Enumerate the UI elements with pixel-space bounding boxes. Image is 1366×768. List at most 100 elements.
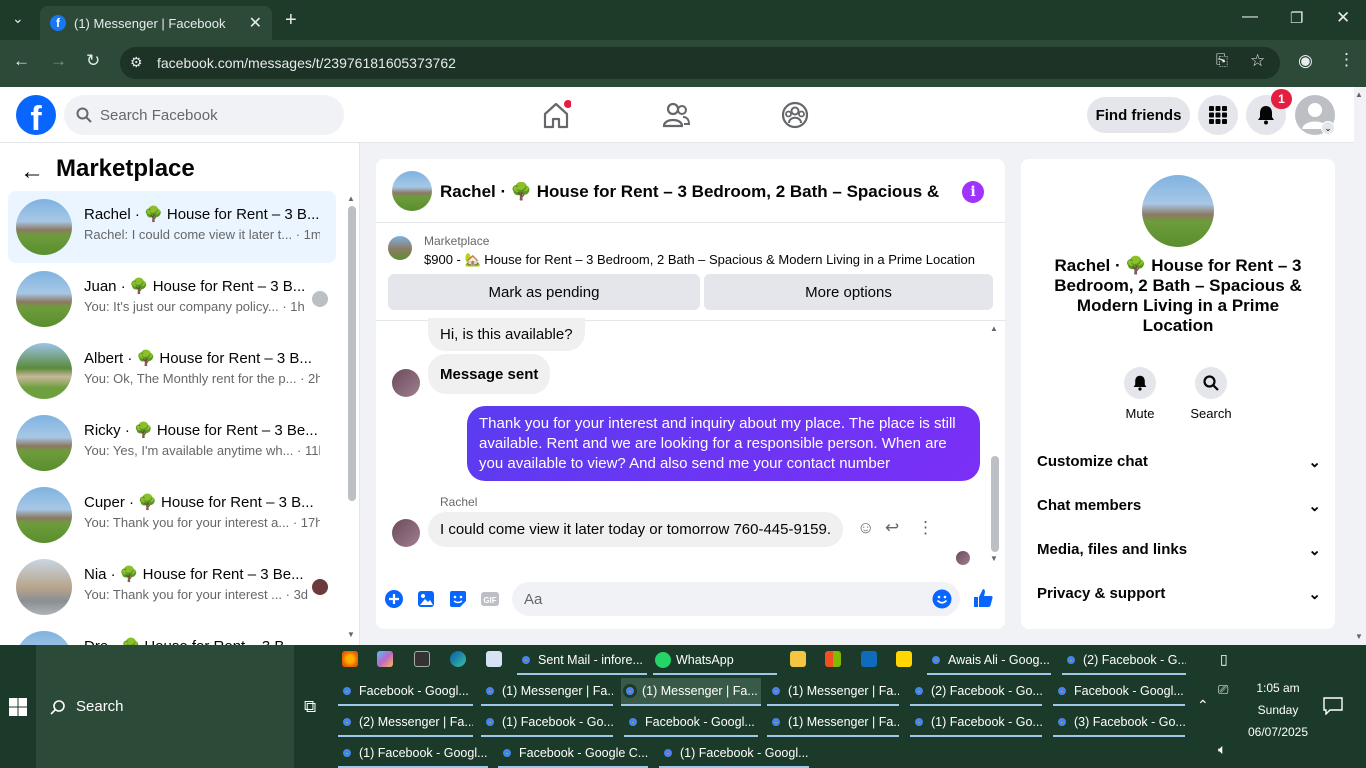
- search-in-chat-button[interactable]: [1195, 367, 1227, 399]
- home-icon[interactable]: [541, 100, 571, 130]
- gif-icon[interactable]: GIF: [480, 589, 500, 609]
- like-icon[interactable]: [972, 587, 994, 609]
- taskbar-window[interactable]: WhatsApp: [653, 647, 777, 675]
- taskbar-window[interactable]: (2) Facebook - G...: [1062, 647, 1186, 675]
- groups-icon[interactable]: [780, 100, 810, 130]
- message-input[interactable]: Aa: [512, 582, 960, 616]
- browser-tab[interactable]: f (1) Messenger | Facebook ✕: [40, 6, 272, 40]
- close-window-icon[interactable]: ✕: [1336, 8, 1350, 28]
- facebook-logo-icon[interactable]: f: [16, 95, 56, 135]
- back-icon[interactable]: ←: [13, 51, 30, 71]
- menu-icon[interactable]: ⋮: [1338, 50, 1355, 70]
- scroll-down-icon[interactable]: ▼: [347, 630, 355, 639]
- taskbar-window[interactable]: (1) Facebook - Go...: [481, 709, 613, 737]
- sender-avatar[interactable]: [392, 519, 420, 547]
- info-icon[interactable]: i: [962, 181, 984, 203]
- facebook-search-input[interactable]: Search Facebook: [64, 95, 344, 135]
- scroll-up-icon[interactable]: ▲: [990, 324, 998, 333]
- network-icon[interactable]: ⎚: [1218, 682, 1228, 698]
- scroll-up-icon[interactable]: ▲: [1355, 90, 1363, 99]
- chat-avatar[interactable]: [392, 171, 432, 211]
- taskbar-window[interactable]: (1) Facebook - Googl...: [338, 740, 488, 768]
- taskbar-window[interactable]: (1) Messenger | Fa...: [767, 678, 899, 706]
- sticker-icon[interactable]: [448, 589, 468, 609]
- capcut-icon[interactable]: [414, 651, 430, 667]
- friends-icon[interactable]: [661, 100, 691, 130]
- conversation-item[interactable]: Cuper · 🌳 House for Rent – 3 B... You: T…: [8, 479, 336, 551]
- install-app-icon[interactable]: ⎘: [1216, 52, 1228, 69]
- find-friends-button[interactable]: Find friends: [1087, 97, 1190, 133]
- react-icon[interactable]: ☺: [857, 518, 874, 538]
- volume-icon[interactable]: 🔈︎: [1218, 741, 1226, 758]
- taskbar-window[interactable]: Facebook - Googl...: [624, 709, 758, 737]
- taskbar-window[interactable]: (1) Messenger | Fa...: [767, 709, 899, 737]
- reload-icon[interactable]: ↻: [86, 51, 100, 71]
- close-tab-icon[interactable]: ✕: [249, 13, 262, 33]
- taskbar-window[interactable]: (1) Messenger | Fa...: [481, 678, 613, 706]
- customize-chat-section[interactable]: Customize chat ⌄: [1037, 453, 1321, 471]
- edge-icon[interactable]: [450, 651, 466, 667]
- restore-icon[interactable]: ❐: [1290, 9, 1303, 27]
- site-settings-icon[interactable]: ⚙: [130, 54, 143, 71]
- sidebar-scrollbar[interactable]: [348, 206, 356, 501]
- media-files-links-section[interactable]: Media, files and links ⌄: [1037, 541, 1321, 559]
- windows-start-icon[interactable]: [9, 698, 27, 716]
- mute-button[interactable]: [1124, 367, 1156, 399]
- chat-scrollbar[interactable]: [991, 456, 999, 552]
- scroll-up-icon[interactable]: ▲: [347, 194, 355, 203]
- task-view-icon[interactable]: ⧉: [304, 697, 316, 717]
- taskbar-search[interactable]: Search: [36, 645, 294, 768]
- outlook-icon[interactable]: [861, 651, 877, 667]
- photo-icon[interactable]: [416, 589, 436, 609]
- emoji-icon[interactable]: [932, 589, 952, 609]
- taskbar-window[interactable]: (1) Facebook - Googl...: [659, 740, 809, 768]
- more-options-button[interactable]: More options: [704, 274, 993, 310]
- new-tab-icon[interactable]: +: [285, 9, 297, 32]
- conversation-item[interactable]: Rachel · 🌳 House for Rent – 3 B... Rache…: [8, 191, 336, 263]
- add-icon[interactable]: [384, 589, 404, 609]
- notepad-icon[interactable]: [486, 651, 502, 667]
- account-chevron-icon[interactable]: ⌄: [1321, 121, 1335, 135]
- mark-as-pending-button[interactable]: Mark as pending: [388, 274, 700, 310]
- conversation-item[interactable]: Dre · 🌳 House for Rent – 3 B...: [8, 623, 336, 645]
- taskbar-window[interactable]: Facebook - Googl...: [1053, 678, 1185, 706]
- scroll-down-icon[interactable]: ▼: [1355, 632, 1363, 641]
- minimize-icon[interactable]: —: [1242, 8, 1258, 26]
- bookmark-star-icon[interactable]: ☆: [1250, 51, 1265, 71]
- firefox-icon[interactable]: [342, 651, 358, 667]
- taskbar-window[interactable]: (1) Messenger | Fa...: [621, 678, 761, 706]
- app-icon[interactable]: [377, 651, 393, 667]
- show-hidden-icons-chevron[interactable]: ⌃: [1197, 697, 1209, 714]
- url-bar[interactable]: ⚙ facebook.com/messages/t/23976181605373…: [120, 47, 1280, 79]
- conversation-item[interactable]: Juan · 🌳 House for Rent – 3 B... You: It…: [8, 263, 336, 335]
- system-clock[interactable]: 1:05 am Sunday 06/07/2025: [1240, 677, 1316, 743]
- privacy-support-section[interactable]: Privacy & support ⌄: [1037, 585, 1321, 603]
- conversation-item[interactable]: Albert · 🌳 House for Rent – 3 B... You: …: [8, 335, 336, 407]
- tab-list-icon[interactable]: ⌄: [12, 10, 24, 27]
- microsoft-store-icon[interactable]: [825, 651, 841, 667]
- menu-grid-button[interactable]: [1198, 95, 1238, 135]
- conversation-item[interactable]: Ricky · 🌳 House for Rent – 3 Be... You: …: [8, 407, 336, 479]
- taskbar-window[interactable]: Facebook - Google C...: [498, 740, 648, 768]
- taskbar-window[interactable]: (1) Facebook - Go...: [910, 709, 1042, 737]
- chat-title[interactable]: Rachel · 🌳 House for Rent – 3 Bedroom, 2…: [440, 182, 945, 202]
- back-arrow-icon[interactable]: ←: [20, 158, 44, 186]
- listing-thumbnail[interactable]: [388, 236, 412, 260]
- reply-icon[interactable]: ↩: [885, 518, 899, 538]
- notification-center-icon[interactable]: [1323, 697, 1343, 715]
- page-scrollbar[interactable]: [1354, 87, 1366, 645]
- taskbar-window[interactable]: Sent Mail - infore...: [517, 647, 647, 675]
- chat-members-section[interactable]: Chat members ⌄: [1037, 497, 1321, 515]
- conversation-item[interactable]: Nia · 🌳 House for Rent – 3 Be... You: Th…: [8, 551, 336, 623]
- taskbar-window[interactable]: Facebook - Googl...: [338, 678, 473, 706]
- taskbar-window[interactable]: (3) Facebook - Go...: [1053, 709, 1185, 737]
- chat-profile-avatar[interactable]: [1142, 175, 1214, 247]
- more-actions-icon[interactable]: ⋮: [917, 518, 934, 538]
- profile-icon[interactable]: ◉: [1298, 51, 1313, 71]
- taskbar-window[interactable]: Awais Ali - Goog...: [927, 647, 1051, 675]
- taskbar-window[interactable]: (2) Messenger | Fa...: [338, 709, 473, 737]
- listing-title[interactable]: $900 - 🏡 House for Rent – 3 Bedroom, 2 B…: [424, 252, 975, 268]
- sticky-notes-icon[interactable]: [896, 651, 912, 667]
- forward-icon[interactable]: →: [50, 51, 67, 71]
- file-explorer-icon[interactable]: [790, 651, 806, 667]
